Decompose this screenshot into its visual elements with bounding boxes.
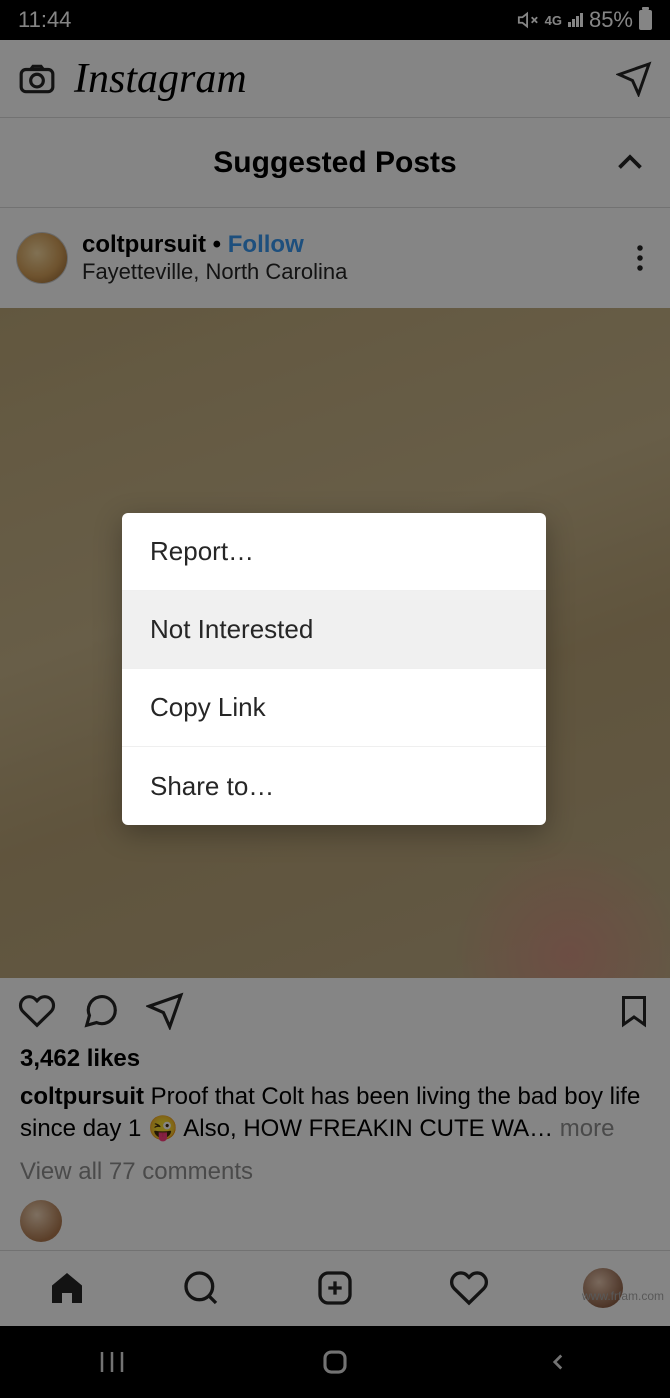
menu-not-interested[interactable]: Not Interested <box>122 591 546 669</box>
menu-copy-link[interactable]: Copy Link <box>122 669 546 747</box>
menu-report[interactable]: Report… <box>122 513 546 591</box>
context-menu: Report… Not Interested Copy Link Share t… <box>122 513 546 825</box>
menu-share-to[interactable]: Share to… <box>122 747 546 825</box>
